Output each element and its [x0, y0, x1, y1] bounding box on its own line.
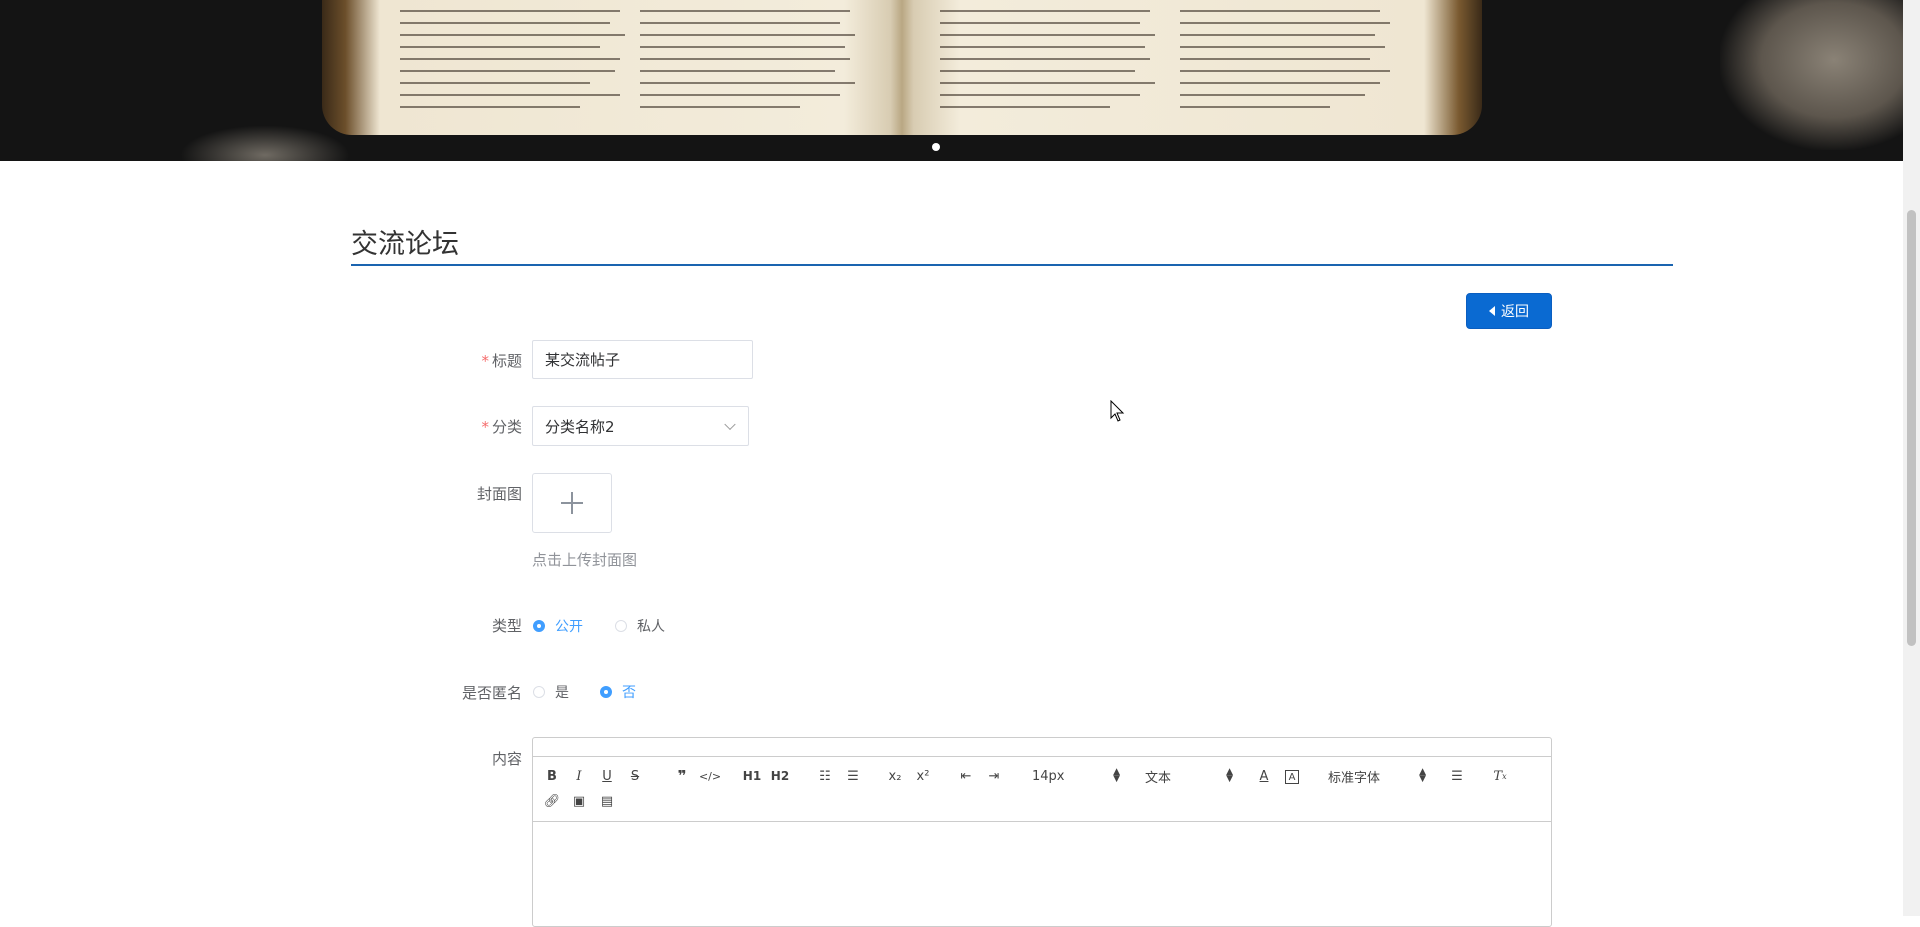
rich-text-editor[interactable]: B I U S ❞ </> H1 H2 ☷ ☰ x₂ x² ⇤ ⇥ 14px ▲…: [532, 737, 1552, 927]
cover-label: 封面图: [402, 483, 522, 504]
subscript-icon[interactable]: x₂: [884, 766, 906, 786]
category-label-text: 分类: [491, 418, 522, 436]
title-label: * 标题: [402, 350, 522, 371]
page-scrollbar[interactable]: [1903, 0, 1920, 916]
underline-icon[interactable]: U: [596, 766, 618, 786]
header-picker[interactable]: 文本 ▲ ▼: [1145, 766, 1233, 786]
anonymous-label: 是否匿名: [402, 682, 522, 703]
title-input[interactable]: 某交流帖子: [532, 340, 753, 379]
title-label-text: 标题: [491, 352, 522, 370]
back-button-label: 返回: [1501, 304, 1529, 320]
title-input-value: 某交流帖子: [545, 351, 621, 369]
anonymous-label-text: 是否匿名: [461, 684, 522, 702]
anonymous-radio-no[interactable]: 否: [600, 682, 636, 702]
required-asterisk: *: [481, 418, 489, 436]
type-option-private-label: 私人: [637, 619, 665, 635]
type-radio-public[interactable]: 公开: [533, 616, 583, 636]
font-family-picker-value: 标准字体: [1328, 770, 1381, 786]
hero-banner: [0, 0, 1903, 161]
header-picker-value: 文本: [1145, 770, 1172, 786]
banner-rock-decoration: [1720, 0, 1903, 150]
category-select-value: 分类名称2: [545, 417, 615, 436]
back-button[interactable]: 返回: [1466, 293, 1552, 329]
align-left-icon[interactable]: ☰: [1446, 766, 1468, 786]
ordered-list-icon[interactable]: ☷: [814, 766, 836, 786]
radio-unchecked-icon: [615, 620, 627, 632]
font-family-picker[interactable]: 标准字体 ▲ ▼: [1328, 766, 1426, 786]
heading-2-icon[interactable]: H2: [769, 766, 791, 786]
cover-label-text: 封面图: [476, 485, 522, 503]
updown-arrow-icon: ▲ ▼: [1226, 767, 1233, 784]
image-icon[interactable]: ▣: [568, 791, 590, 811]
cover-upload-button[interactable]: [532, 473, 612, 533]
chevron-down-icon: [724, 418, 736, 431]
text-color-icon[interactable]: A: [1253, 766, 1275, 786]
bold-icon[interactable]: B: [541, 766, 563, 786]
video-icon[interactable]: ▤: [596, 791, 618, 811]
bullet-list-icon[interactable]: ☰: [842, 766, 864, 786]
strikethrough-icon[interactable]: S: [624, 766, 646, 786]
category-label: * 分类: [402, 416, 522, 437]
anonymous-option-no-label: 否: [622, 685, 636, 701]
cover-upload-hint: 点击上传封面图: [532, 551, 638, 569]
content-label-text: 内容: [491, 750, 522, 768]
type-label-text: 类型: [491, 617, 522, 635]
heading-1-icon[interactable]: H1: [741, 766, 763, 786]
updown-arrow-icon: ▲ ▼: [1113, 767, 1120, 784]
background-color-icon[interactable]: A: [1285, 770, 1299, 784]
radio-unchecked-icon: [533, 686, 545, 698]
radio-checked-icon: [600, 686, 612, 698]
banner-text-lines: [380, 0, 1420, 120]
italic-icon[interactable]: I: [568, 766, 590, 786]
font-size-picker-value: 14px: [1032, 768, 1065, 784]
link-icon[interactable]: 🔗︎: [541, 791, 563, 811]
content-label: 内容: [402, 748, 522, 769]
anonymous-radio-yes[interactable]: 是: [533, 682, 569, 702]
superscript-icon[interactable]: x²: [912, 766, 934, 786]
font-size-picker[interactable]: 14px ▲ ▼: [1032, 766, 1120, 786]
blockquote-icon[interactable]: ❞: [671, 766, 693, 786]
code-block-icon[interactable]: </>: [699, 766, 721, 786]
page-title: 交流论坛: [351, 229, 459, 260]
radio-checked-icon: [533, 620, 545, 632]
caret-left-icon: [1489, 306, 1495, 316]
editor-toolbar: B I U S ❞ </> H1 H2 ☷ ☰ x₂ x² ⇤ ⇥ 14px ▲…: [533, 756, 1551, 822]
banner-rock-decoration: [180, 125, 350, 161]
indent-icon[interactable]: ⇥: [983, 766, 1005, 786]
clear-format-icon[interactable]: Tx: [1489, 766, 1511, 786]
type-radio-private[interactable]: 私人: [615, 616, 665, 636]
required-asterisk: *: [481, 352, 489, 370]
carousel-indicator-dot[interactable]: [932, 143, 940, 151]
category-select[interactable]: 分类名称2: [532, 406, 749, 446]
type-option-public-label: 公开: [555, 619, 583, 635]
anonymous-option-yes-label: 是: [555, 685, 569, 701]
scrollbar-thumb[interactable]: [1907, 210, 1916, 646]
mouse-cursor-icon: [1110, 400, 1125, 422]
updown-arrow-icon: ▲ ▼: [1419, 767, 1426, 784]
outdent-icon[interactable]: ⇤: [955, 766, 977, 786]
title-underline: [351, 264, 1673, 266]
plus-icon: [561, 492, 583, 514]
type-label: 类型: [402, 615, 522, 636]
